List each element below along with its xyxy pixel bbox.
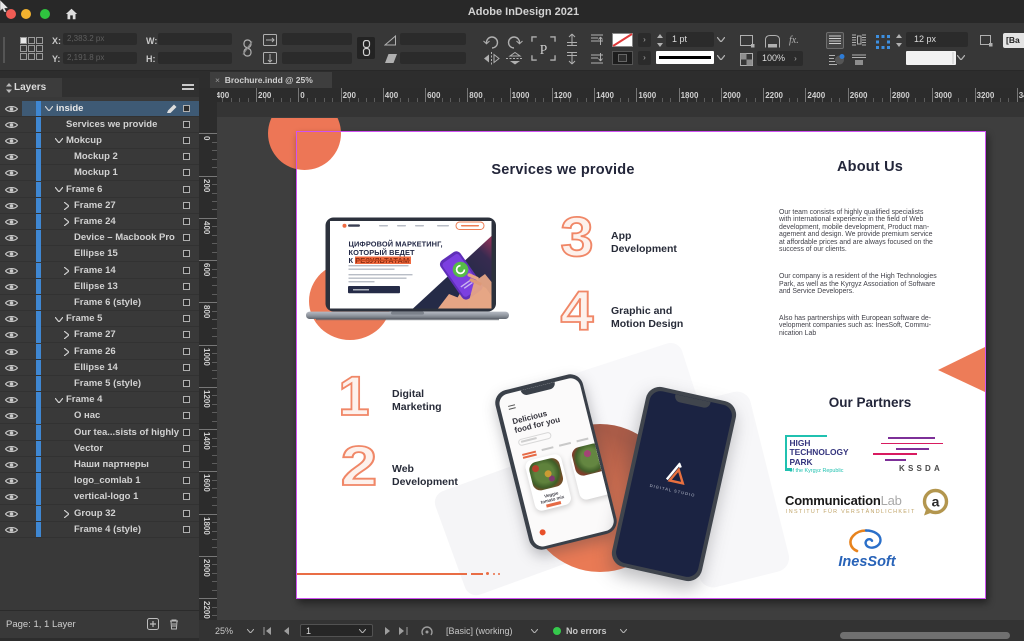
svg-text:P: P <box>540 42 547 57</box>
